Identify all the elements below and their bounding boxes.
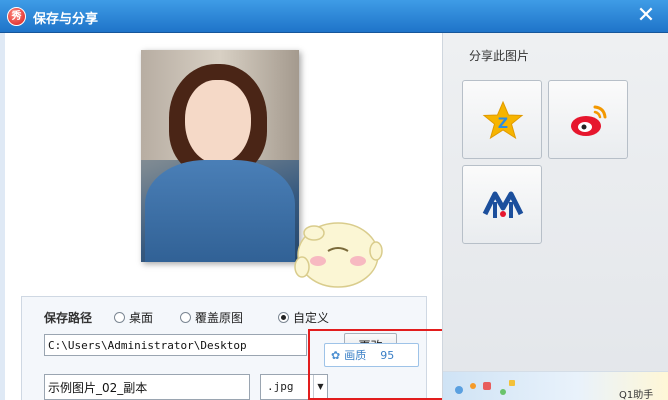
share-title: 分享此图片 (469, 49, 530, 63)
save-path-input[interactable] (44, 334, 307, 356)
share-panel: 分享此图片 Z Q1助手 (442, 33, 668, 400)
svg-text:Z: Z (498, 116, 508, 132)
ad-text: Q1助手 (619, 390, 654, 400)
app-logo-icon: 秀 (7, 7, 26, 26)
radio-overwrite-dot (180, 312, 191, 323)
renren-icon (482, 191, 524, 218)
share-qzone-button[interactable]: Z (462, 80, 542, 159)
window-title: 保存与分享 (33, 12, 99, 27)
title-bar: 秀 保存与分享 ✕ (0, 0, 668, 33)
mascot-icon (294, 222, 383, 288)
photo-preview (141, 50, 299, 262)
radio-custom[interactable]: 自定义 (278, 309, 329, 326)
weibo-icon (571, 105, 607, 136)
quality-value: 95 (380, 348, 395, 362)
extension-value: .jpg (267, 380, 294, 393)
radio-desktop-dot (114, 312, 125, 323)
radio-overwrite-label: 覆盖原图 (195, 311, 244, 325)
share-weibo-button[interactable] (548, 80, 628, 159)
photo-face (185, 80, 251, 164)
ad-decoration-icon (455, 380, 515, 395)
qzone-star-icon: Z (482, 100, 524, 140)
save-path-label: 保存路径 (44, 311, 93, 325)
radio-desktop[interactable]: 桌面 (114, 309, 153, 326)
radio-overwrite[interactable]: 覆盖原图 (180, 309, 243, 326)
share-renren-button[interactable] (462, 165, 542, 244)
radio-custom-label: 自定义 (293, 311, 330, 325)
photo-jacket (145, 160, 295, 262)
radio-desktop-label: 桌面 (129, 311, 154, 325)
filename-input[interactable] (44, 374, 250, 400)
quality-control[interactable]: ✿ 画质 95 (324, 343, 419, 367)
radio-custom-dot (278, 312, 289, 323)
close-icon[interactable]: ✕ (634, 4, 658, 28)
gear-icon: ✿ (331, 348, 341, 362)
ad-banner[interactable]: Q1助手 (443, 371, 668, 400)
quality-label: 画质 (344, 349, 367, 362)
